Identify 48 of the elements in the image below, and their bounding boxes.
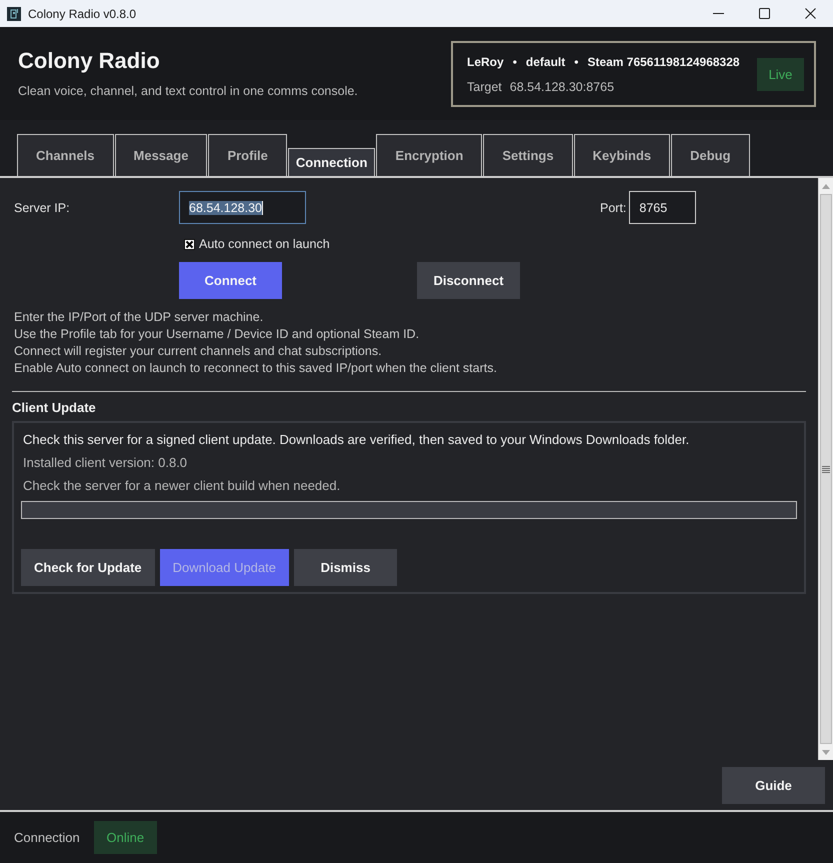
update-description: Check this server for a signed client update. Downloads are verified, then saved to your Windows Downloads folder. (23, 431, 690, 448)
tab[interactable]: Profile (208, 134, 287, 176)
help-text: Use the Profile tab for your Username / Device ID and optional Steam ID. (14, 326, 420, 343)
caret-down-icon (822, 750, 830, 754)
window-title: Colony Radio v0.8.0 (28, 6, 138, 20)
grip-icon (822, 466, 830, 472)
app-icon (7, 6, 21, 20)
server-ip-label: Server IP: (14, 200, 70, 214)
user-name: LeRoy (467, 54, 504, 70)
target-label: Target (467, 78, 502, 94)
help-text: Enable Auto connect on launch to reconnect to this saved IP/port when the client starts. (14, 360, 497, 377)
separator-dot: • (574, 54, 578, 70)
action-button[interactable]: Disconnect (417, 262, 520, 299)
app-subtitle: Clean voice, channel, and text control in one comms console. (18, 84, 358, 99)
section-title: Client Update (12, 400, 96, 416)
caret-up-icon (822, 184, 830, 188)
tab[interactable]: Encryption (376, 134, 482, 176)
action-button[interactable]: Check for Update (21, 549, 155, 586)
help-text: Enter the IP/Port of the UDP server machine. (14, 309, 264, 326)
tab[interactable]: Connection (288, 148, 376, 176)
checkbox[interactable] (184, 238, 195, 250)
action-button[interactable]: Connect (179, 262, 282, 299)
help-text: Connect will register your current channels and chat subscriptions. (14, 343, 382, 360)
tab[interactable]: Channels (17, 134, 114, 176)
tab[interactable]: Keybinds (574, 134, 670, 176)
tab[interactable]: Debug (671, 134, 750, 176)
port-field[interactable]: 8765 (629, 191, 696, 224)
close-icon (804, 8, 816, 19)
status-badge: Online (94, 821, 157, 854)
guide-button[interactable]: Guide (722, 767, 825, 804)
steam-id: Steam 76561198124968328 (587, 54, 740, 70)
profile-name: default (526, 54, 566, 70)
version-text: Installed client version: 0.8.0 (23, 454, 188, 471)
target-address: 68.54.128.30:8765 (510, 78, 614, 94)
tab[interactable]: Settings (483, 134, 573, 176)
server-ip-field[interactable]: 68.54.128.30 (179, 191, 306, 224)
tab[interactable]: Message (114, 134, 208, 176)
status-badge: Live (757, 58, 804, 90)
app-title: Colony Radio (18, 48, 161, 74)
checkbox-label: Auto connect on launch (199, 237, 330, 251)
status-label: Connection (14, 830, 80, 845)
port-label: Port: (600, 200, 626, 214)
scrollbar-thumb[interactable] (820, 194, 832, 744)
update-hint: Check the server for a newer client build when needed. (23, 477, 340, 494)
action-button[interactable]: Dismiss (294, 549, 397, 586)
maximize-icon (758, 8, 770, 19)
scrollbar[interactable] (818, 178, 833, 760)
separator-dot: • (512, 54, 517, 70)
